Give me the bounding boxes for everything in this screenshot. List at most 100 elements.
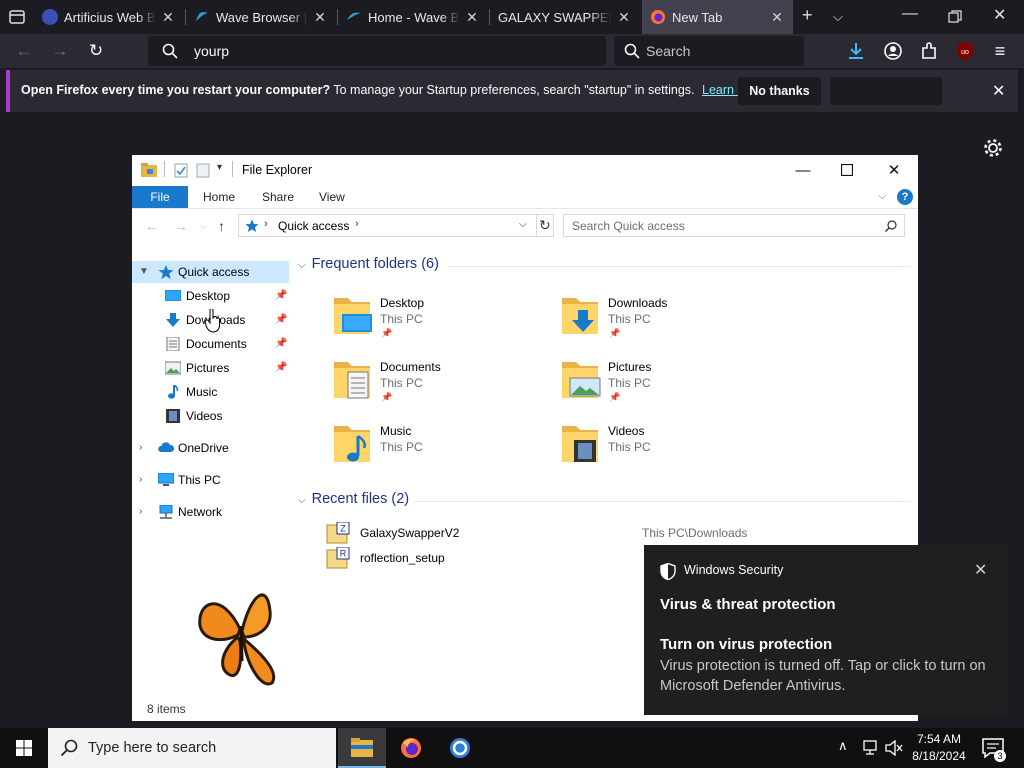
taskbar-wave-browser[interactable]	[436, 728, 484, 768]
extensions-icon[interactable]	[919, 41, 939, 61]
url-bar[interactable]: yourp	[148, 36, 606, 66]
close-icon[interactable]: ✕	[871, 155, 917, 186]
show-hidden-icons-chevron-icon[interactable]: ∧	[838, 738, 848, 754]
network-icon	[159, 505, 173, 519]
search-quick-access-field[interactable]: Search Quick access	[563, 214, 905, 237]
close-tab-icon[interactable]: ✕	[312, 9, 328, 26]
forward-arrow-icon[interactable]: →	[174, 218, 188, 234]
account-icon[interactable]	[883, 41, 903, 61]
expand-ribbon-chevron-icon[interactable]: ⌵	[878, 190, 886, 203]
tab-artificius[interactable]: Artificius Web Browser ✕	[34, 0, 184, 34]
hamburger-menu-icon[interactable]: ≡	[989, 40, 1011, 62]
toast-heading: Virus & threat protection	[660, 596, 836, 613]
nav-item-network[interactable]: › Network	[132, 501, 289, 523]
collapse-group-chevron-icon[interactable]: ⌵	[298, 495, 306, 506]
minimize-icon[interactable]: —	[780, 155, 826, 186]
back-arrow-icon[interactable]: ←	[145, 218, 159, 234]
recent-file-row[interactable]: Z GalaxySwapperV2 This PC\Downloads	[326, 521, 886, 545]
maximize-icon[interactable]	[841, 164, 853, 176]
network-tray-icon[interactable]	[862, 740, 880, 756]
taskbar-file-explorer[interactable]	[338, 728, 386, 768]
close-tab-icon[interactable]: ✕	[616, 9, 632, 26]
windows-security-toast[interactable]: Windows Security ✕ Virus & threat protec…	[644, 545, 1008, 715]
nav-item-videos[interactable]: Videos	[132, 405, 289, 427]
back-arrow-icon[interactable]: ←	[13, 40, 35, 62]
nav-item-documents[interactable]: Documents 📌	[132, 333, 289, 355]
windows-start-icon[interactable]	[0, 728, 48, 768]
gear-icon[interactable]	[982, 137, 1004, 159]
url-input-value[interactable]: yourp	[194, 43, 229, 59]
restore-window-icon[interactable]	[948, 10, 962, 24]
firefox-view-icon[interactable]	[6, 6, 28, 28]
nav-item-quick-access[interactable]: ▼ Quick access	[132, 261, 289, 283]
reload-icon[interactable]: ↻	[85, 40, 107, 62]
explorer-title-bar: ▾ File Explorer — ✕	[132, 155, 918, 186]
ribbon-tab-file[interactable]: File	[132, 186, 188, 208]
ribbon-tab-home[interactable]: Home	[193, 186, 245, 208]
no-thanks-button[interactable]: No thanks	[738, 77, 821, 105]
nav-item-music[interactable]: Music	[132, 381, 289, 403]
close-window-icon[interactable]: ✕	[993, 5, 1006, 25]
tab-wave-download[interactable]: Wave Browser | Download ✕	[186, 0, 336, 34]
collapse-group-chevron-icon[interactable]: ⌵	[298, 260, 306, 271]
close-tab-icon[interactable]: ✕	[464, 9, 480, 26]
recent-locations-chevron-icon[interactable]: ⌵	[200, 221, 207, 232]
up-arrow-icon[interactable]: ↑	[218, 218, 225, 234]
close-tab-icon[interactable]: ✕	[769, 9, 785, 26]
nav-item-onedrive[interactable]: › OneDrive	[132, 437, 289, 459]
collapse-chevron-icon[interactable]: ▼	[139, 261, 149, 283]
breadcrumb-separator-icon[interactable]: ›	[264, 218, 268, 230]
list-all-tabs-chevron-icon[interactable]: ⌵	[833, 9, 843, 25]
nav-item-desktop[interactable]: Desktop 📌	[132, 285, 289, 307]
address-history-chevron-icon[interactable]: ⌵	[519, 219, 527, 230]
folder-tile-desktop[interactable]: Desktop This PC 📌	[332, 290, 532, 350]
taskbar-firefox[interactable]	[387, 728, 435, 768]
ublock-origin-icon[interactable]: uo	[955, 41, 975, 61]
taskbar-clock[interactable]: 7:54 AM 8/18/2024	[906, 731, 972, 765]
folder-tile-videos[interactable]: Videos This PC	[560, 418, 760, 478]
close-tab-icon[interactable]: ✕	[160, 9, 176, 26]
volume-muted-icon[interactable]	[885, 740, 903, 756]
pictures-icon	[165, 361, 181, 375]
desktop-icon	[165, 290, 181, 301]
tab-wave-home[interactable]: Home - Wave Browser ✕	[338, 0, 488, 34]
expand-chevron-icon[interactable]: ›	[139, 469, 142, 491]
properties-icon[interactable]	[174, 163, 188, 178]
breadcrumb-separator-icon[interactable]: ›	[355, 218, 359, 230]
expand-chevron-icon[interactable]: ›	[139, 501, 142, 523]
star-icon	[158, 265, 174, 279]
minimize-window-icon[interactable]: —	[902, 5, 918, 23]
nav-item-this-pc[interactable]: › This PC	[132, 469, 289, 491]
folder-tile-pictures[interactable]: Pictures This PC 📌	[560, 354, 760, 414]
ribbon-tab-view[interactable]: View	[309, 186, 355, 208]
forward-arrow-icon[interactable]: →	[49, 40, 71, 62]
breadcrumb[interactable]: Quick access	[278, 219, 349, 233]
nav-label: Music	[186, 385, 218, 399]
folder-tile-downloads[interactable]: Downloads This PC 📌	[560, 290, 760, 350]
ribbon-tab-share[interactable]: Share	[252, 186, 304, 208]
expand-chevron-icon[interactable]: ›	[139, 437, 142, 459]
refresh-icon[interactable]: ↻	[539, 217, 551, 234]
taskbar-search-box[interactable]: Type here to search	[48, 728, 336, 768]
frequent-folders-header[interactable]: ⌵ Frequent folders (6)	[298, 256, 439, 276]
close-toast-icon[interactable]: ✕	[974, 560, 987, 580]
pin-icon: 📌	[609, 392, 621, 402]
folder-tile-documents[interactable]: Documents This PC 📌	[332, 354, 532, 414]
tab-new-tab[interactable]: New Tab ✕	[642, 0, 793, 34]
svg-text:R: R	[340, 549, 347, 559]
address-box[interactable]: › Quick access › ⌵ ↻	[238, 214, 554, 237]
videos-icon	[166, 409, 180, 423]
customize-quick-access-chevron-icon[interactable]: ▾	[217, 162, 222, 173]
new-tab-plus-icon[interactable]: +	[802, 5, 813, 26]
close-notification-icon[interactable]: ✕	[992, 81, 1005, 101]
help-icon[interactable]: ?	[897, 189, 913, 205]
recent-files-header[interactable]: ⌵ Recent files (2)	[298, 491, 409, 511]
new-folder-icon[interactable]	[196, 163, 210, 178]
nav-item-pictures[interactable]: Pictures 📌	[132, 357, 289, 379]
notification-secondary-button[interactable]	[830, 77, 942, 105]
search-bar[interactable]: Search	[614, 36, 804, 66]
download-icon[interactable]	[846, 41, 866, 61]
folder-tile-music[interactable]: Music This PC	[332, 418, 532, 478]
globe-icon	[42, 9, 58, 25]
tab-galaxy-swapper[interactable]: GALAXY SWAPPER - Wave ✕	[490, 0, 640, 34]
